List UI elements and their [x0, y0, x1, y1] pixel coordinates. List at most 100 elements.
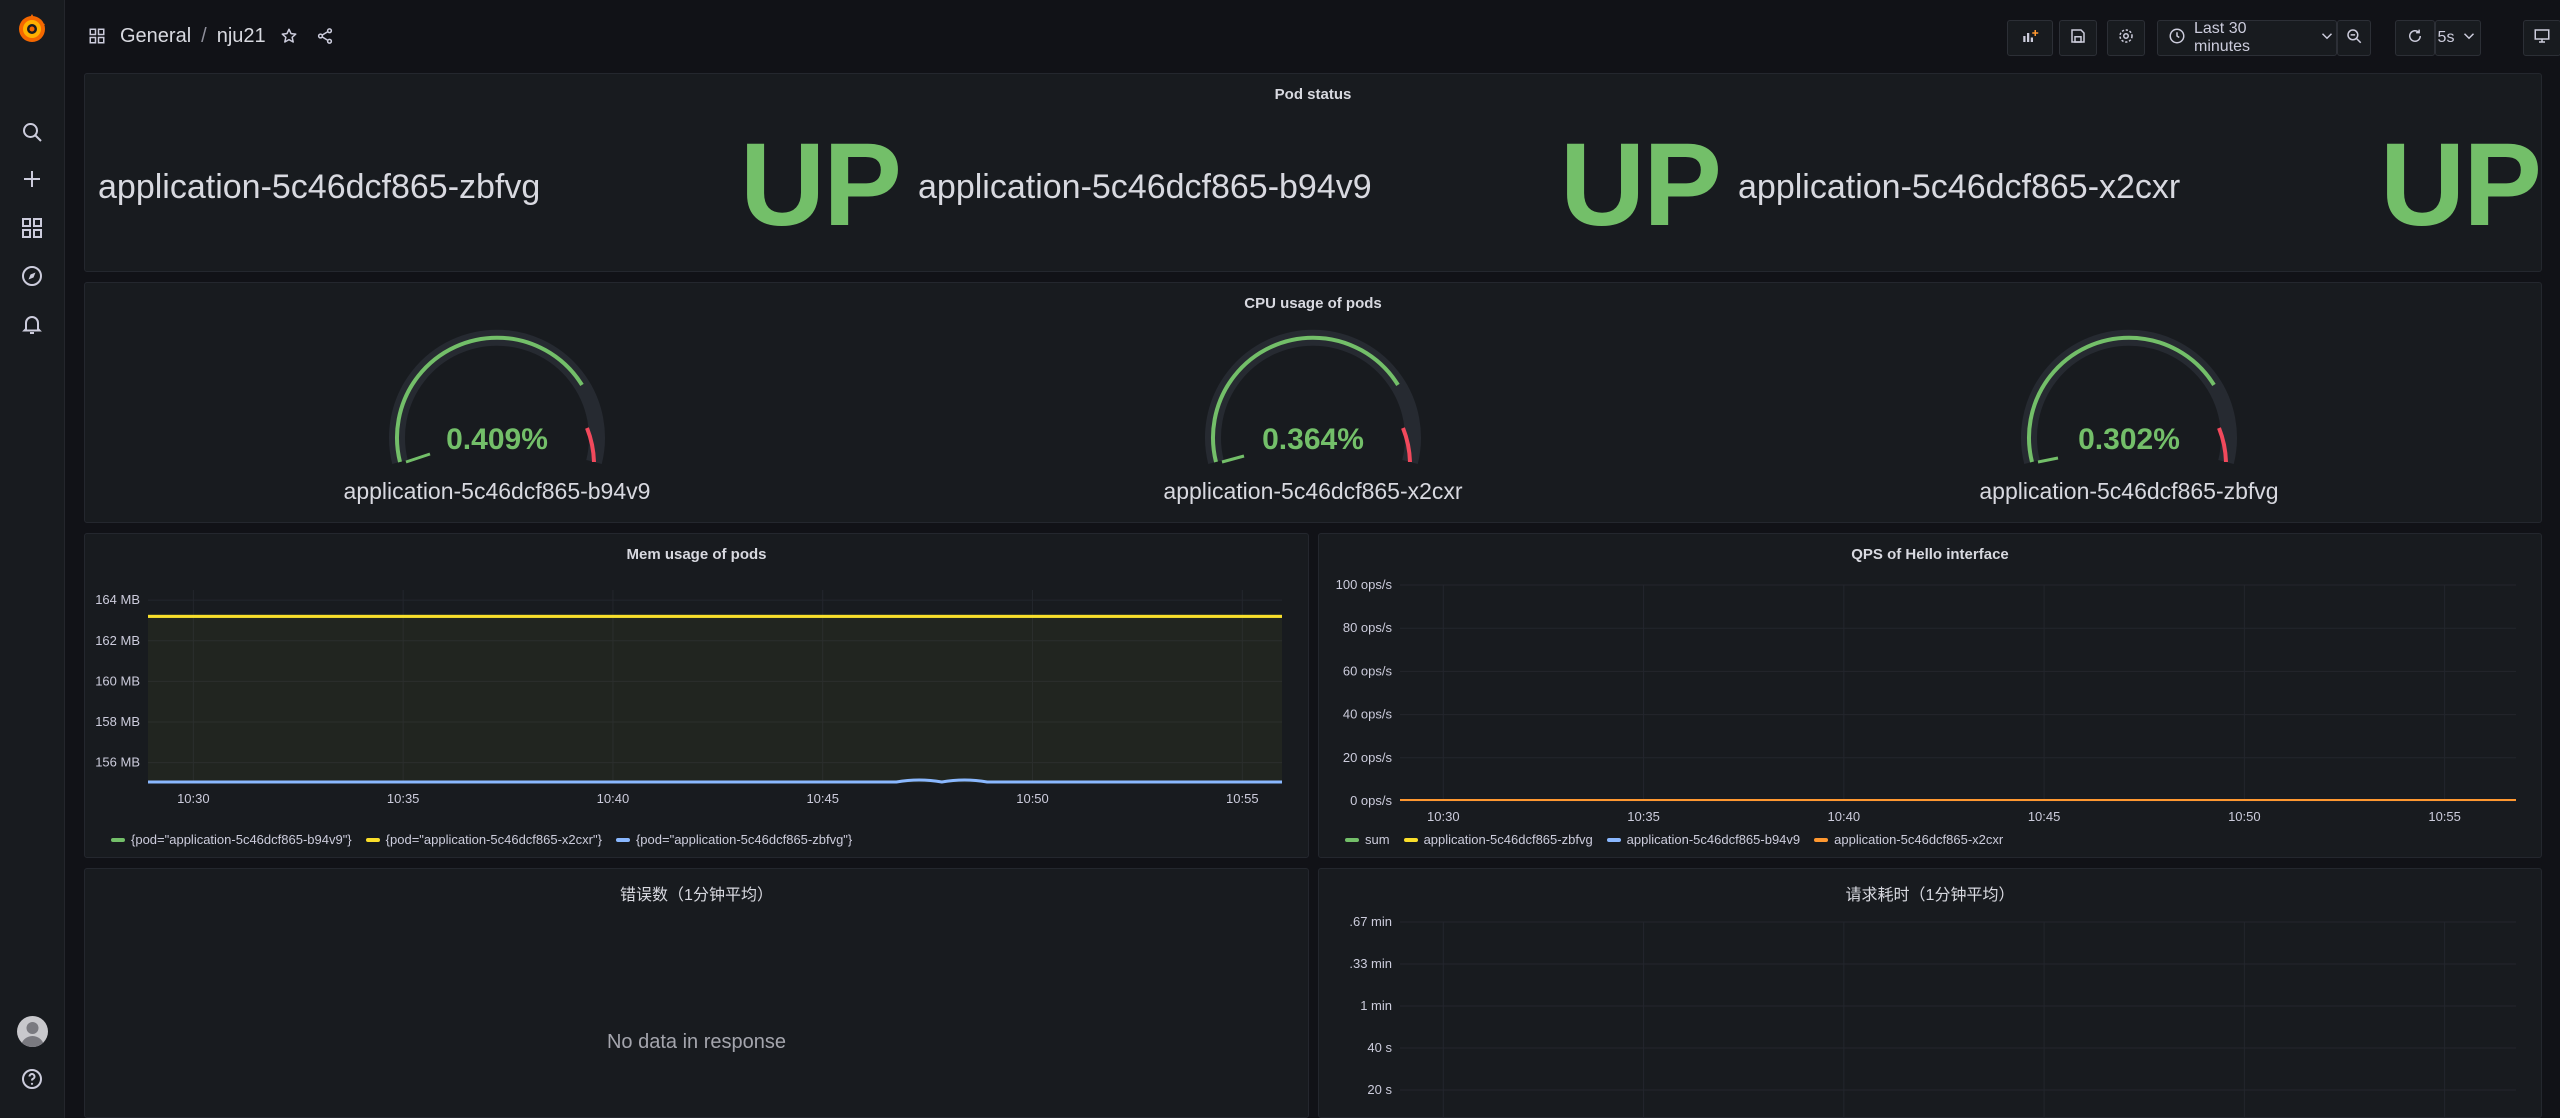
pod-status-value: UP [2380, 119, 2542, 251]
monitor-icon [2533, 27, 2551, 50]
x-tick-label: 10:30 [177, 791, 210, 806]
legend-swatch [111, 837, 125, 842]
x-tick-label: 10:40 [597, 791, 630, 806]
breadcrumb-folder[interactable]: General [120, 25, 191, 48]
cpu-gauge-value: 0.364% [1262, 423, 1364, 456]
top-navigation: General / nju21 Last 30 minutes 5s [66, 0, 2560, 72]
qps-chart: 100 ops/s 80 ops/s 60 ops/s 40 ops/s 20 ops/… [1336, 577, 2516, 824]
y-tick-label: 100 ops/s [1336, 577, 1393, 592]
clock-icon [2168, 27, 2186, 50]
y-tick-label: 156 MB [95, 755, 140, 770]
search-icon[interactable] [16, 116, 48, 148]
refresh-icon [2406, 27, 2424, 50]
x-tick-label: 10:35 [1627, 809, 1660, 824]
plus-icon[interactable] [16, 163, 48, 195]
zoom-out-button[interactable] [2337, 20, 2371, 56]
cpu-gauge-value: 0.302% [2078, 423, 2180, 456]
y-tick-label: 160 MB [95, 673, 140, 688]
legend-item[interactable]: sum [1345, 832, 1390, 847]
breadcrumb-separator: / [201, 24, 207, 47]
save-dashboard-button[interactable] [2059, 20, 2097, 56]
time-range-label: Last 30 minutes [2194, 20, 2251, 55]
y-tick-label: 20 ops/s [1343, 750, 1393, 765]
errors-panel: 错误数（1分钟平均） No data in response [84, 868, 1309, 1118]
pod-status-value: UP [740, 119, 902, 251]
y-tick-label: .33 min [1349, 956, 1392, 971]
legend-swatch [1814, 837, 1829, 842]
grafana-logo-icon[interactable] [15, 12, 49, 46]
legend-label: {pod="application-5c46dcf865-b94v9"} [131, 832, 352, 847]
qps-legend: sum application-5c46dcf865-zbfvg applica… [1345, 832, 2003, 847]
add-panel-icon [2021, 27, 2039, 50]
share-icon[interactable] [312, 23, 338, 49]
y-tick-label: 1 min [1360, 998, 1392, 1013]
cpu-gauge-name: application-5c46dcf865-x2cxr [1163, 478, 1463, 504]
legend-item[interactable]: application-5c46dcf865-zbfvg [1403, 832, 1593, 847]
user-avatar[interactable] [17, 1016, 48, 1047]
series-area [148, 616, 1282, 783]
y-tick-label: 80 ops/s [1343, 620, 1393, 635]
y-tick-label: 40 s [1367, 1040, 1392, 1055]
legend-swatch [615, 837, 630, 842]
mem-usage-chart: 164 MB 162 MB 160 MB 158 MB 156 MB 10:30 10:35… [95, 590, 1282, 806]
explore-compass-icon[interactable] [16, 260, 48, 292]
mem-legend: {pod="application-5c46dcf865-b94v9"} {po… [111, 832, 852, 847]
star-icon[interactable] [276, 23, 302, 49]
legend-label: {pod="application-5c46dcf865-x2cxr"} [385, 832, 602, 847]
pod-status-value: UP [1560, 119, 1722, 251]
zoom-out-icon [2345, 27, 2363, 50]
cpu-gauge-value: 0.409% [446, 423, 548, 456]
latency-chart: .67 min .33 min 1 min 40 s 20 s [1349, 914, 2516, 1118]
x-tick-label: 10:45 [2028, 809, 2061, 824]
legend-item[interactable]: {pod="application-5c46dcf865-zbfvg"} [615, 832, 853, 847]
y-tick-label: 164 MB [95, 592, 140, 607]
y-tick-label: 158 MB [95, 714, 140, 729]
alerting-bell-icon[interactable] [16, 308, 48, 340]
y-tick-label: 0 ops/s [1350, 793, 1392, 808]
dashboard-grid-icon [84, 23, 110, 49]
legend-label: application-5c46dcf865-zbfvg [1423, 832, 1593, 847]
legend-label: application-5c46dcf865-x2cxr [1834, 832, 2004, 847]
legend-item[interactable]: {pod="application-5c46dcf865-b94v9"} [111, 832, 352, 847]
x-tick-label: 10:40 [1828, 809, 1861, 824]
gear-icon [2117, 27, 2135, 50]
time-range-picker[interactable]: Last 30 minutes [2157, 20, 2337, 56]
legend-swatch [1403, 837, 1418, 842]
pod-status-name: application-5c46dcf865-zbfvg [98, 168, 541, 206]
cpu-gauge-name: application-5c46dcf865-b94v9 [343, 478, 651, 504]
add-panel-button[interactable] [2007, 20, 2053, 56]
x-tick-label: 10:35 [387, 791, 420, 806]
refresh-interval-picker[interactable]: 5s [2435, 20, 2481, 56]
breadcrumb: General / nju21 [84, 22, 338, 50]
x-tick-label: 10:55 [1226, 791, 1259, 806]
cpu-gauge-name: application-5c46dcf865-zbfvg [1979, 478, 2279, 504]
x-tick-label: 10:55 [2428, 809, 2461, 824]
panel-title: CPU usage of pods [1244, 295, 1382, 312]
refresh-button[interactable] [2395, 20, 2435, 56]
tv-mode-button[interactable] [2523, 20, 2560, 56]
pod-status-name: application-5c46dcf865-x2cxr [1738, 168, 2181, 206]
y-tick-label: .67 min [1349, 914, 1392, 929]
x-tick-label: 10:45 [806, 791, 839, 806]
x-tick-label: 10:30 [1427, 809, 1460, 824]
pod-status-name: application-5c46dcf865-b94v9 [918, 168, 1372, 206]
legend-label: application-5c46dcf865-b94v9 [1626, 832, 1801, 847]
panel-title: 错误数（1分钟平均） [620, 887, 773, 904]
x-tick-label: 10:50 [1016, 791, 1049, 806]
x-tick-label: 10:50 [2228, 809, 2261, 824]
legend-item[interactable]: application-5c46dcf865-x2cxr [1814, 832, 2003, 847]
dashboard-settings-button[interactable] [2107, 20, 2145, 56]
help-icon[interactable] [16, 1063, 48, 1095]
legend-item[interactable]: {pod="application-5c46dcf865-x2cxr"} [365, 832, 602, 847]
no-data-message: No data in response [606, 1031, 786, 1053]
breadcrumb-dashboard-title[interactable]: nju21 [217, 25, 266, 48]
panel-title: Pod status [1274, 86, 1352, 103]
legend-label: {pod="application-5c46dcf865-zbfvg"} [635, 832, 853, 847]
legend-swatch [1606, 837, 1621, 842]
dashboards-icon[interactable] [16, 212, 48, 244]
legend-swatch [365, 837, 380, 842]
refresh-interval-label: 5s [2437, 29, 2455, 46]
legend-swatch [1345, 837, 1359, 842]
legend-item[interactable]: application-5c46dcf865-b94v9 [1606, 832, 1801, 847]
y-tick-label: 40 ops/s [1343, 707, 1393, 722]
